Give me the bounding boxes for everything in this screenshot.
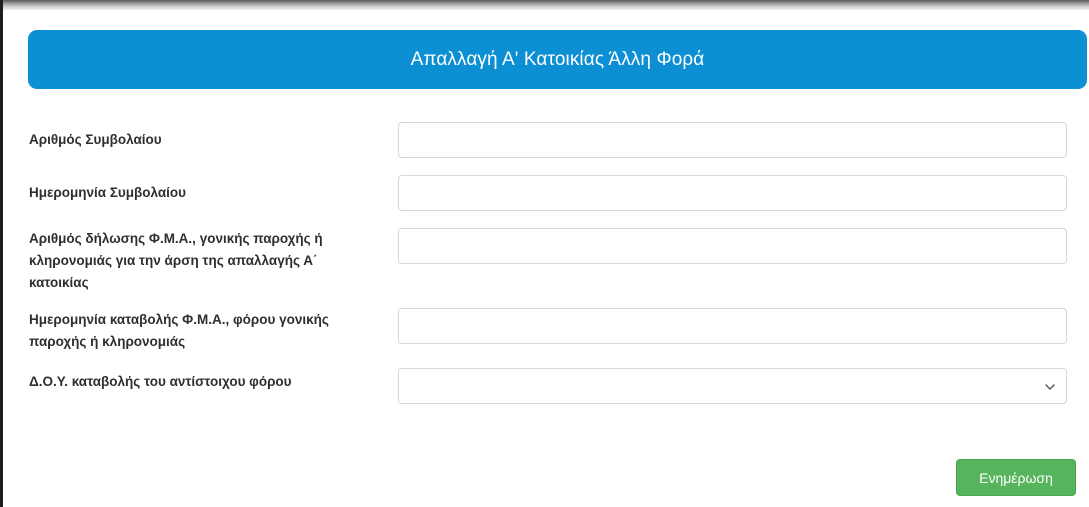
update-button[interactable]: Ενημέρωση	[956, 459, 1076, 496]
contract-date-label: Ημερομηνία Συμβολαίου	[29, 185, 187, 200]
payment-date-input[interactable]	[398, 308, 1067, 344]
chevron-down-icon	[1045, 384, 1055, 390]
window-top-edge	[0, 0, 1089, 10]
payment-date-label: Ημερομηνία καταβολής Φ.Μ.Α., φόρου γονικ…	[29, 312, 329, 349]
contract-number-label: Αριθμός Συμβολαίου	[29, 132, 162, 147]
window-left-edge	[0, 0, 3, 507]
modal-title: Απαλλαγή Α' Κατοικίας Άλλη Φορά	[410, 48, 705, 70]
declaration-number-label: Αριθμός δήλωσης Φ.Μ.Α., γονικής παροχής …	[29, 231, 323, 290]
contract-date-input[interactable]	[398, 175, 1067, 211]
declaration-number-input[interactable]	[398, 228, 1067, 264]
tax-office-label: Δ.Ο.Υ. καταβολής του αντίστοιχου φόρου	[29, 374, 292, 389]
modal-header: Απαλλαγή Α' Κατοικίας Άλλη Φορά	[28, 30, 1087, 89]
contract-number-input[interactable]	[398, 122, 1067, 158]
modal-dialog: Απαλλαγή Α' Κατοικίας Άλλη Φορά Αριθμός …	[10, 10, 1089, 507]
tax-office-select[interactable]	[398, 368, 1067, 404]
